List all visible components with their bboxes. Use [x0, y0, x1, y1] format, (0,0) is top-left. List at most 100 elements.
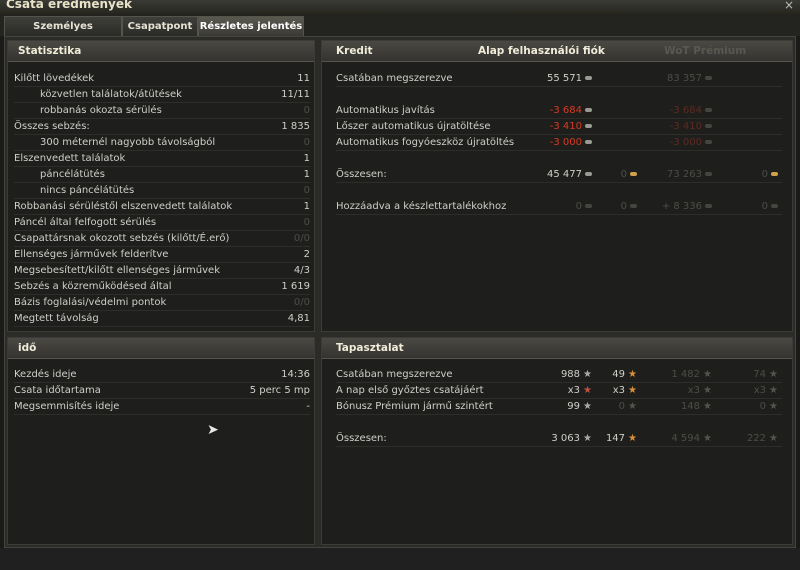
xp-label: A nap első győztes csatájáért	[336, 385, 484, 396]
stat-value: 0	[303, 185, 310, 196]
xp-star-icon: ★	[583, 385, 592, 396]
xp-premium-value: 148	[680, 401, 701, 412]
stat-value: 4/3	[293, 265, 310, 276]
time-value: 14:36	[281, 369, 310, 380]
credit-premium-value: -3 410	[669, 121, 702, 132]
credit-coin-icon	[705, 204, 712, 208]
gold-coin-icon	[630, 204, 637, 208]
stat-label: páncélátütés	[40, 169, 105, 180]
credit-coin-icon	[585, 140, 592, 144]
time-label: Kezdés ideje	[14, 369, 77, 380]
credit-label: Automatikus fogyóeszköz újratöltés	[336, 137, 515, 148]
credit-coin-icon	[585, 172, 592, 176]
xp-star-icon: ★	[703, 433, 712, 444]
stat-row: 300 méternél nagyobb távolságból 0	[14, 135, 310, 151]
stat-label: Csapattársnak okozott sebzés (kilőtt/É.e…	[14, 233, 230, 244]
time-title: idő	[18, 342, 37, 354]
credit-row: Hozzáadva a készlettartalékokhoz 0 0 + 8…	[336, 199, 782, 215]
credit-row: Lőszer automatikus újratöltése -3 410 -3…	[336, 119, 782, 135]
experience-header: Tapasztalat	[322, 338, 792, 359]
gold-premium-value: 0	[761, 169, 768, 180]
credit-col-premium: WoT Prémium	[664, 45, 747, 57]
stat-row: Robbanási sérüléstől elszenvedett talála…	[14, 199, 310, 215]
statistics-header: Statisztika	[8, 41, 314, 62]
credit-basic-value: -3 410	[549, 121, 582, 132]
xp-premium-value: 4 594	[671, 433, 701, 444]
time-value: 5 perc 5 mp	[249, 385, 310, 396]
close-icon[interactable]: ×	[784, 0, 794, 12]
free-xp-premium-value: 0	[759, 401, 767, 412]
free-xp-star-icon: ★	[769, 401, 778, 412]
credit-coin-icon	[585, 124, 592, 128]
xp-star-icon: ★	[583, 433, 592, 444]
free-xp-star-icon: ★	[628, 401, 637, 412]
credit-header: Kredit Alap felhasználói fiók WoT Prémiu…	[322, 41, 792, 62]
xp-label: Bónusz Prémium jármű szintért	[336, 401, 493, 412]
credit-label: Lőszer automatikus újratöltése	[336, 121, 491, 132]
credit-premium-value: -3 000	[669, 137, 702, 148]
window-titlebar: Csata eredmények ×	[0, 0, 800, 14]
xp-star-icon: ★	[583, 369, 592, 380]
time-row: Kezdés ideje 14:36	[14, 367, 310, 383]
gold-coin-icon	[771, 204, 778, 208]
credit-label: Automatikus javítás	[336, 105, 435, 116]
tab-detailed-report[interactable]: Részletes jelentés	[198, 16, 304, 36]
xp-label: Összesen:	[336, 433, 387, 444]
xp-basic-value: x3	[567, 385, 581, 396]
credit-row: Csatában megszerezve 55 571 83 357	[336, 71, 782, 87]
credit-coin-icon	[705, 124, 712, 128]
stat-label: közvetlen találatok/átütések	[40, 89, 182, 100]
stat-label: Bázis foglalási/védelmi pontok	[14, 297, 167, 308]
free-xp-star-icon: ★	[769, 385, 778, 396]
stat-label: Elszenvedett találatok	[14, 153, 126, 164]
stat-value: 1	[303, 153, 310, 164]
stat-row: páncélátütés 1	[14, 167, 310, 183]
time-row: Megsemmisítés ideje -	[14, 399, 310, 415]
stat-row: nincs páncélátütés 0	[14, 183, 310, 199]
credit-col-basic: Alap felhasználói fiók	[478, 45, 605, 57]
free-xp-premium-value: x3	[753, 385, 767, 396]
stat-value: 1 835	[281, 121, 310, 132]
xp-star-icon: ★	[583, 401, 592, 412]
time-row: Csata időtartama 5 perc 5 mp	[14, 383, 310, 399]
stat-label: Ellenséges járművek felderítve	[14, 249, 169, 260]
free-xp-basic-value: x3	[612, 385, 626, 396]
free-xp-star-icon: ★	[628, 385, 637, 396]
time-label: Megsemmisítés ideje	[14, 401, 120, 412]
mouse-cursor-icon: ➤	[207, 422, 219, 438]
stat-label: Sebzés a közreműködésed által	[14, 281, 172, 292]
free-xp-basic-value: 0	[618, 401, 626, 412]
free-xp-premium-value: 74	[753, 369, 767, 380]
xp-premium-value: 1 482	[671, 369, 701, 380]
stat-value: 1 619	[281, 281, 310, 292]
tab-personal-result[interactable]: Személyes eredmény	[4, 16, 122, 52]
credit-coin-icon	[705, 140, 712, 144]
stat-value: 2	[303, 249, 310, 260]
gold-coin-icon	[630, 172, 637, 176]
time-value: -	[306, 401, 310, 412]
stat-row: Ellenséges járművek felderítve 2	[14, 247, 310, 263]
statistics-title: Statisztika	[18, 45, 82, 57]
stat-value: 1	[303, 169, 310, 180]
experience-title: Tapasztalat	[336, 342, 404, 354]
xp-row: A nap első győztes csatájáért x3 ★ x3 ★ x3…	[336, 383, 782, 399]
free-xp-star-icon: ★	[628, 369, 637, 380]
credit-coin-icon	[585, 76, 592, 80]
gold-premium-value: 0	[761, 201, 768, 212]
stat-row: robbanás okozta sérülés 0	[14, 103, 310, 119]
free-xp-basic-value: 49	[612, 369, 626, 380]
stat-label: Páncél által felfogott sérülés	[14, 217, 157, 228]
credit-panel: Kredit Alap felhasználói fiók WoT Prémiu…	[321, 40, 793, 332]
tab-team-score[interactable]: Csapatpont	[122, 16, 198, 36]
window-footer	[0, 548, 800, 570]
credit-row: Automatikus javítás -3 684 -3 684	[336, 103, 782, 119]
stat-row: Megtett távolság 4,81	[14, 311, 310, 327]
free-xp-star-icon: ★	[628, 433, 637, 444]
stat-label: Kilőtt lövedékek	[14, 73, 95, 84]
free-xp-basic-value: 147	[605, 433, 626, 444]
credit-basic-value: -3 000	[549, 137, 582, 148]
credit-coin-icon	[705, 76, 712, 80]
xp-basic-value: 3 063	[551, 433, 581, 444]
stat-row: Elszenvedett találatok 1	[14, 151, 310, 167]
stat-row: közvetlen találatok/átütések 11/11	[14, 87, 310, 103]
